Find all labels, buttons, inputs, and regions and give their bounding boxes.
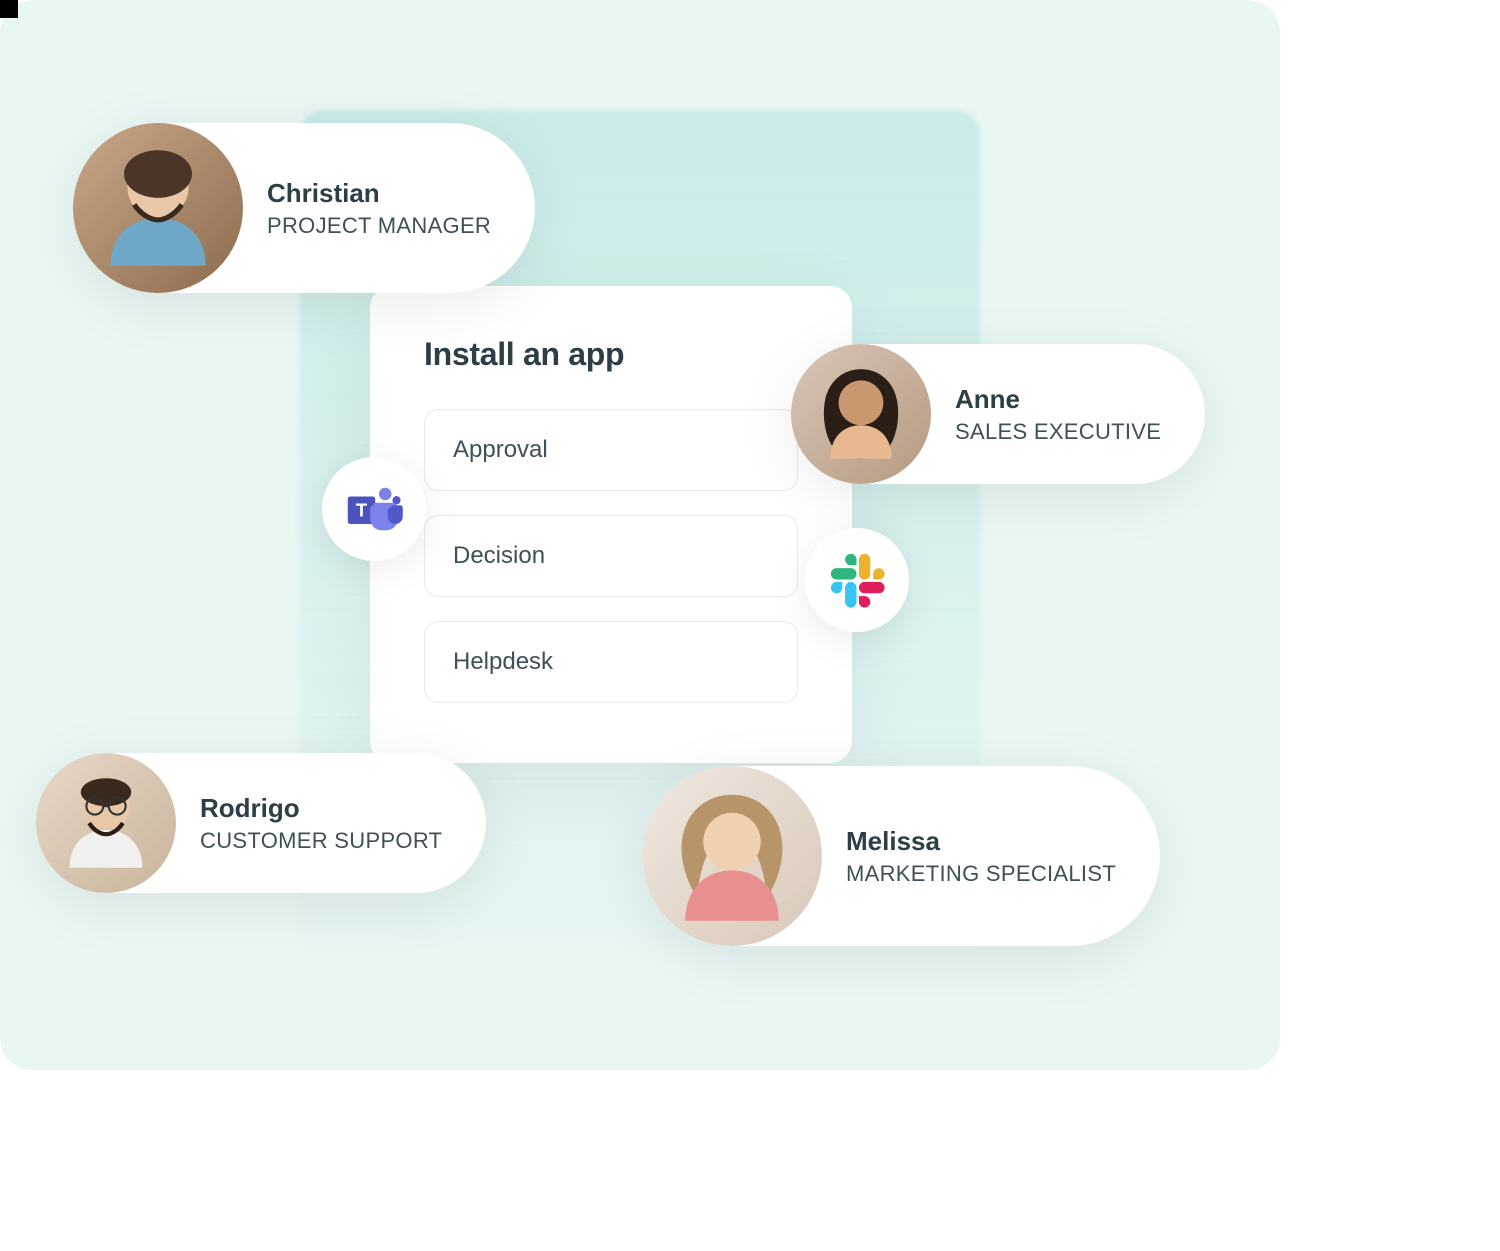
svg-text:T: T — [356, 500, 368, 521]
person-pill-melissa: Melissa MARKETING SPECIALIST — [642, 766, 1160, 946]
option-approval[interactable]: Approval — [424, 409, 798, 491]
person-name: Christian — [267, 178, 491, 209]
avatar-christian — [73, 123, 243, 293]
canvas-background: Install an app Approval Decision Helpdes… — [0, 0, 1280, 1070]
person-pill-christian: Christian PROJECT MANAGER — [73, 123, 535, 293]
slack-icon — [805, 528, 909, 632]
person-role: MARKETING SPECIALIST — [846, 861, 1116, 887]
person-role: PROJECT MANAGER — [267, 213, 491, 239]
person-name: Melissa — [846, 826, 1116, 857]
person-pill-rodrigo: Rodrigo CUSTOMER SUPPORT — [36, 753, 486, 893]
option-helpdesk[interactable]: Helpdesk — [424, 621, 798, 703]
person-role: CUSTOMER SUPPORT — [200, 828, 442, 854]
microsoft-teams-icon: T — [322, 457, 426, 561]
avatar-anne — [791, 344, 931, 484]
install-app-card: Install an app Approval Decision Helpdes… — [370, 286, 852, 763]
option-decision[interactable]: Decision — [424, 515, 798, 597]
person-pill-anne: Anne SALES EXECUTIVE — [791, 344, 1205, 484]
card-title: Install an app — [424, 336, 798, 373]
person-name: Rodrigo — [200, 793, 442, 824]
person-role: SALES EXECUTIVE — [955, 419, 1161, 445]
person-name: Anne — [955, 384, 1161, 415]
avatar-rodrigo — [36, 753, 176, 893]
avatar-melissa — [642, 766, 822, 946]
